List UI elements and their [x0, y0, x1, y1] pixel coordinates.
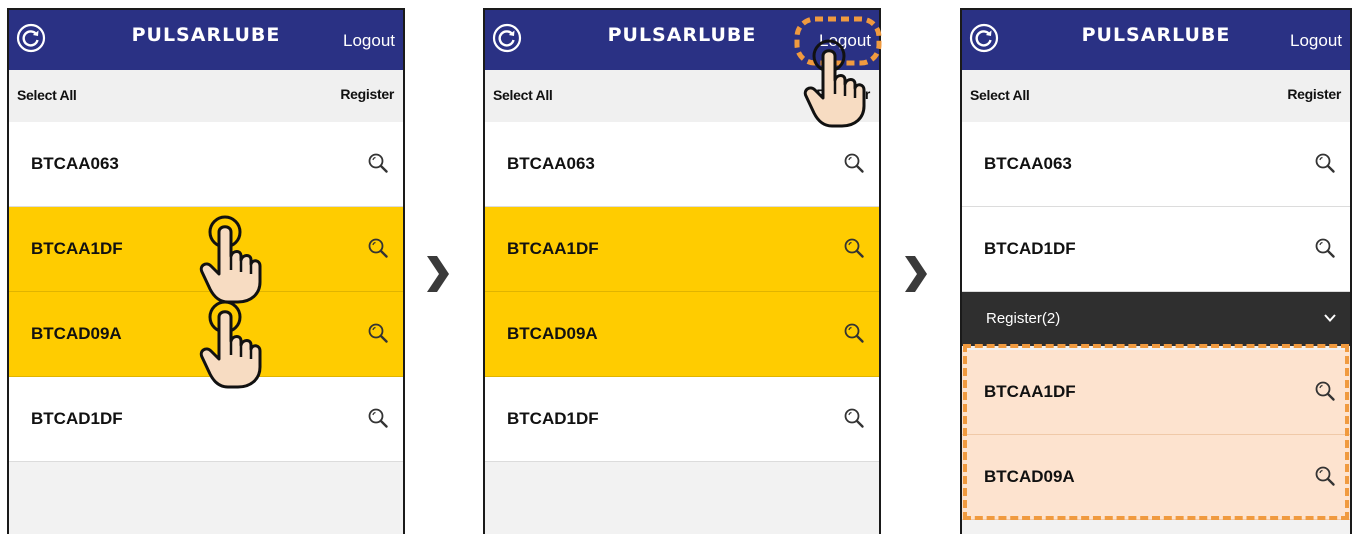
- select-all-button[interactable]: Select All: [970, 87, 1030, 103]
- list-item[interactable]: BTCAA063: [962, 122, 1350, 207]
- magnifier-icon[interactable]: [1314, 152, 1336, 174]
- device-id: BTCAA1DF: [507, 239, 599, 258]
- magnifier-icon[interactable]: [1314, 237, 1336, 259]
- list-item[interactable]: BTCAD1DF: [485, 377, 879, 462]
- device-id: BTCAD1DF: [31, 409, 123, 428]
- device-id: BTCAA063: [31, 154, 119, 173]
- hand-pointer-icon: [196, 214, 266, 304]
- device-id: BTCAA063: [984, 154, 1072, 173]
- action-bar: Select All Register: [962, 70, 1350, 123]
- logout-button[interactable]: Logout: [343, 31, 395, 51]
- hand-pointer-icon: [196, 299, 266, 389]
- magnifier-icon[interactable]: [843, 407, 865, 429]
- registered-items-highlight: [963, 344, 1349, 520]
- magnifier-icon[interactable]: [843, 322, 865, 344]
- device-id: BTCAD09A: [31, 324, 122, 343]
- action-bar: Select All Register: [9, 70, 403, 123]
- select-all-button[interactable]: Select All: [17, 87, 77, 103]
- device-id: BTCAA063: [507, 154, 595, 173]
- list-item[interactable]: BTCAA063: [9, 122, 403, 207]
- register-group-label: Register(2): [986, 310, 1061, 327]
- magnifier-icon[interactable]: [367, 407, 389, 429]
- logout-button[interactable]: Logout: [1290, 31, 1342, 51]
- device-id: BTCAD1DF: [984, 239, 1076, 258]
- chevron-down-icon[interactable]: [1322, 310, 1338, 326]
- app-header: PULSARLUBE Logout: [9, 10, 403, 70]
- list-item[interactable]: BTCAA063: [485, 122, 879, 207]
- list-item-selected[interactable]: BTCAA1DF: [485, 207, 879, 292]
- chevron-right-icon: [905, 256, 927, 292]
- magnifier-icon[interactable]: [367, 237, 389, 259]
- select-all-button[interactable]: Select All: [493, 87, 553, 103]
- register-button[interactable]: Register: [340, 86, 394, 102]
- register-button[interactable]: Register: [1287, 86, 1341, 102]
- chevron-right-icon: [427, 256, 449, 292]
- magnifier-icon[interactable]: [367, 152, 389, 174]
- device-id: BTCAA1DF: [31, 239, 123, 258]
- list-item-selected[interactable]: BTCAD09A: [485, 292, 879, 377]
- device-id: BTCAD1DF: [507, 409, 599, 428]
- magnifier-icon[interactable]: [367, 322, 389, 344]
- register-group-header[interactable]: Register(2): [962, 292, 1350, 346]
- magnifier-icon[interactable]: [843, 152, 865, 174]
- list-item[interactable]: BTCAD1DF: [9, 377, 403, 462]
- app-header: PULSARLUBE Logout: [962, 10, 1350, 70]
- hand-pointer-icon: [800, 38, 870, 128]
- list-item[interactable]: BTCAD1DF: [962, 207, 1350, 292]
- magnifier-icon[interactable]: [843, 237, 865, 259]
- device-id: BTCAD09A: [507, 324, 598, 343]
